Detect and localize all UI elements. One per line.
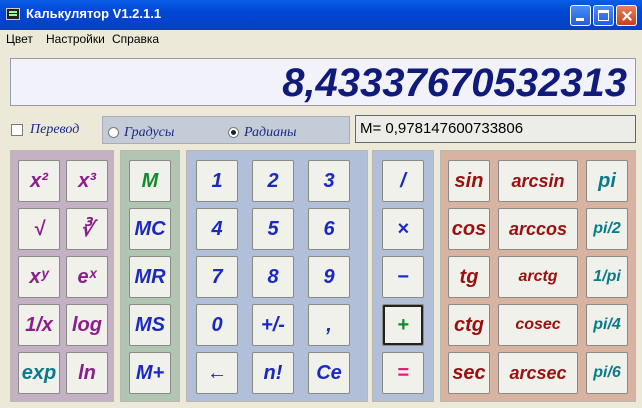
key-buttons-digits-12[interactable]: ← bbox=[196, 352, 238, 394]
key-buttons-trig-12[interactable]: sec bbox=[448, 352, 490, 394]
key-buttons-powers-2[interactable]: √ bbox=[18, 208, 60, 250]
memory-field: M= 0,978147600733806 bbox=[355, 115, 636, 143]
radio-gradusy[interactable] bbox=[108, 127, 119, 138]
key-buttons-ops-3[interactable]: + bbox=[382, 304, 424, 346]
key-buttons-digits-13[interactable]: n! bbox=[252, 352, 294, 394]
key-buttons-digits-5[interactable]: 6 bbox=[308, 208, 350, 250]
key-buttons-trig-2[interactable]: pi bbox=[586, 160, 628, 202]
key-buttons-ops-1[interactable]: × bbox=[382, 208, 424, 250]
key-buttons-trig-7[interactable]: arctg bbox=[498, 256, 578, 298]
key-buttons-trig-13[interactable]: arcsec bbox=[498, 352, 578, 394]
key-buttons-digits-7[interactable]: 8 bbox=[252, 256, 294, 298]
key-buttons-memory-0[interactable]: M bbox=[129, 160, 171, 202]
key-buttons-trig-9[interactable]: ctg bbox=[448, 304, 490, 346]
key-buttons-trig-14[interactable]: pi/6 bbox=[586, 352, 628, 394]
key-buttons-memory-2[interactable]: MR bbox=[129, 256, 171, 298]
key-buttons-trig-3[interactable]: cos bbox=[448, 208, 490, 250]
maximize-button[interactable] bbox=[593, 5, 614, 26]
key-buttons-trig-0[interactable]: sin bbox=[448, 160, 490, 202]
menu-color[interactable]: Цвет bbox=[6, 32, 33, 46]
radio-radiany[interactable] bbox=[228, 127, 239, 138]
key-buttons-trig-1[interactable]: arcsin bbox=[498, 160, 578, 202]
key-buttons-digits-9[interactable]: 0 bbox=[196, 304, 238, 346]
key-buttons-memory-4[interactable]: M+ bbox=[129, 352, 171, 394]
gradusy-label: Градусы bbox=[124, 125, 175, 140]
key-buttons-powers-5[interactable]: eˣ bbox=[66, 256, 108, 298]
key-buttons-digits-6[interactable]: 7 bbox=[196, 256, 238, 298]
result-display: 8,43337670532313 bbox=[10, 58, 636, 106]
key-buttons-digits-10[interactable]: +/- bbox=[252, 304, 294, 346]
key-buttons-digits-3[interactable]: 4 bbox=[196, 208, 238, 250]
key-buttons-ops-0[interactable]: / bbox=[382, 160, 424, 202]
key-buttons-digits-14[interactable]: Ce bbox=[308, 352, 350, 394]
key-buttons-trig-10[interactable]: cosec bbox=[498, 304, 578, 346]
key-buttons-digits-2[interactable]: 3 bbox=[308, 160, 350, 202]
key-buttons-trig-6[interactable]: tg bbox=[448, 256, 490, 298]
key-buttons-powers-3[interactable]: ∛ bbox=[66, 208, 108, 250]
key-buttons-powers-9[interactable]: ln bbox=[66, 352, 108, 394]
key-buttons-powers-0[interactable]: x² bbox=[18, 160, 60, 202]
key-buttons-powers-4[interactable]: xʸ bbox=[18, 256, 60, 298]
calculator-app-icon bbox=[6, 8, 20, 20]
perevod-checkbox[interactable] bbox=[11, 124, 23, 136]
key-buttons-digits-8[interactable]: 9 bbox=[308, 256, 350, 298]
key-buttons-trig-4[interactable]: arccos bbox=[498, 208, 578, 250]
menu-help[interactable]: Справка bbox=[112, 32, 159, 46]
menu-settings[interactable]: Настройки bbox=[46, 32, 105, 46]
key-buttons-digits-4[interactable]: 5 bbox=[252, 208, 294, 250]
key-buttons-powers-7[interactable]: log bbox=[66, 304, 108, 346]
close-button[interactable] bbox=[616, 5, 637, 26]
key-buttons-powers-8[interactable]: exp bbox=[18, 352, 60, 394]
key-buttons-ops-2[interactable]: − bbox=[382, 256, 424, 298]
key-buttons-trig-5[interactable]: pi/2 bbox=[586, 208, 628, 250]
key-buttons-digits-0[interactable]: 1 bbox=[196, 160, 238, 202]
perevod-label: Перевод bbox=[30, 122, 80, 137]
key-buttons-memory-1[interactable]: MC bbox=[129, 208, 171, 250]
key-buttons-ops-4[interactable]: = bbox=[382, 352, 424, 394]
key-buttons-trig-8[interactable]: 1/pi bbox=[586, 256, 628, 298]
minimize-button[interactable] bbox=[570, 5, 591, 26]
window-title: Калькулятор V1.2.1.1 bbox=[26, 6, 162, 21]
title-bar: Калькулятор V1.2.1.1 bbox=[0, 0, 642, 30]
radiany-label: Радианы bbox=[244, 125, 297, 140]
key-buttons-digits-1[interactable]: 2 bbox=[252, 160, 294, 202]
key-buttons-powers-6[interactable]: 1/x bbox=[18, 304, 60, 346]
key-buttons-memory-3[interactable]: MS bbox=[129, 304, 171, 346]
key-buttons-powers-1[interactable]: x³ bbox=[66, 160, 108, 202]
menu-bar: Цвет Настройки Справка bbox=[0, 30, 642, 48]
key-buttons-digits-11[interactable]: , bbox=[308, 304, 350, 346]
key-buttons-trig-11[interactable]: pi/4 bbox=[586, 304, 628, 346]
